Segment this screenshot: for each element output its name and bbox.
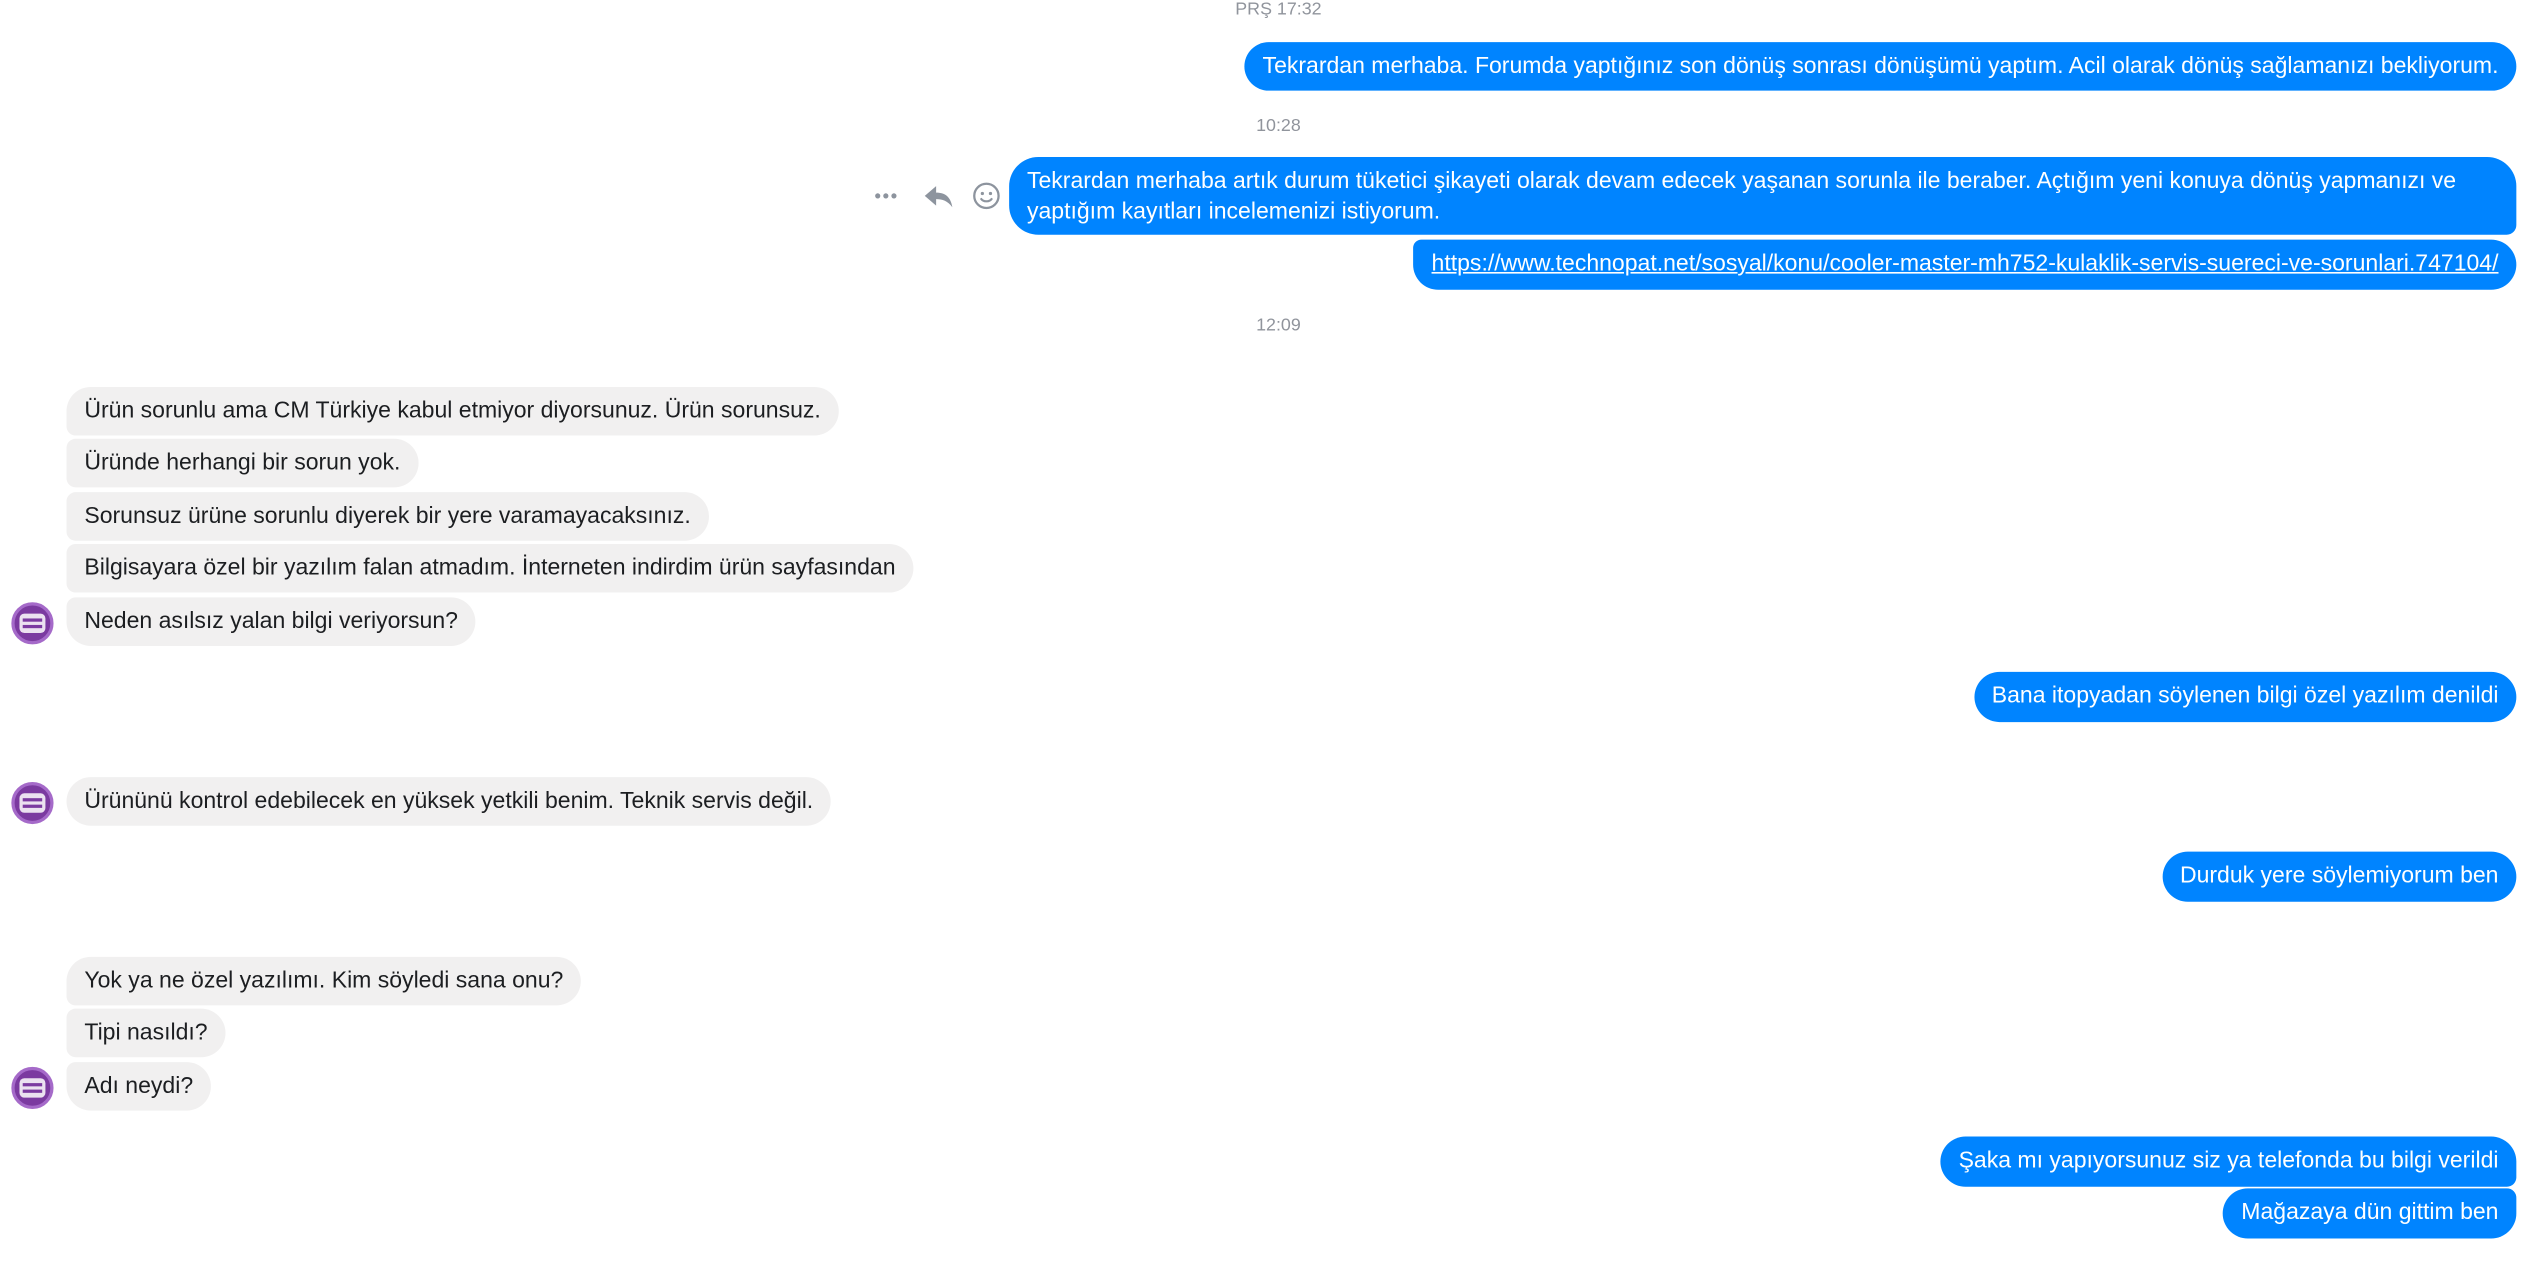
cooler-master-logo-icon (19, 613, 46, 634)
incoming-message[interactable]: Bilgisayara özel bir yazılım falan atmad… (66, 543, 914, 593)
reply-icon[interactable] (922, 178, 958, 214)
timestamp: 12:09 (1256, 315, 1301, 336)
incoming-message[interactable]: Sorunsuz ürüne sorunlu diyerek bir yere … (66, 492, 709, 541)
outgoing-message[interactable]: Tekrardan merhaba artık durum tüketici ş… (1009, 157, 2517, 235)
incoming-message[interactable]: Yok ya ne özel yazılımı. Kim söyledi san… (66, 956, 582, 1006)
outgoing-message[interactable]: Şaka mı yapıyorsunuz siz ya telefonda bu… (1940, 1136, 2517, 1187)
cooler-master-avatar[interactable] (11, 1066, 54, 1110)
chat-thread: PRŞ 17:32 Tekrardan merhaba. Forumda yap… (0, 0, 2531, 1279)
incoming-message[interactable]: Ürününü kontrol edebilecek en yüksek yet… (66, 777, 832, 826)
timestamp: 10:28 (1256, 116, 1301, 136)
incoming-message[interactable]: Adı neydi? (66, 1062, 211, 1111)
incoming-message[interactable]: Ürün sorunlu ama CM Türkiye kabul etmiyo… (66, 386, 839, 436)
cooler-master-avatar[interactable] (11, 602, 54, 645)
message-link[interactable]: https://www.technopat.net/sosyal/konu/co… (1432, 251, 2499, 277)
incoming-message[interactable]: Üründe herhangi bir sorun yok. (66, 438, 419, 488)
outgoing-message[interactable]: Tekrardan merhaba. Forumda yaptığınız so… (1244, 42, 2517, 91)
cooler-master-avatar[interactable] (11, 781, 54, 825)
incoming-message[interactable]: Tipi nasıldı? (66, 1008, 226, 1058)
emoji-reaction-icon[interactable] (969, 178, 1005, 214)
cooler-master-logo-icon (19, 793, 46, 813)
timestamp: PRŞ 17:32 (1235, 0, 1322, 20)
incoming-message[interactable]: Neden asılsız yalan bilgi veriyorsun? (66, 597, 476, 646)
more-options-icon[interactable] (870, 178, 906, 214)
outgoing-link-message[interactable]: https://www.technopat.net/sosyal/konu/co… (1413, 239, 2517, 290)
outgoing-message[interactable]: Bana itopyadan söylenen bilgi özel yazıl… (1973, 671, 2517, 723)
cooler-master-logo-icon (19, 1078, 46, 1098)
outgoing-message[interactable]: Durduk yere söylemiyorum ben (2162, 851, 2517, 902)
outgoing-message[interactable]: Mağazaya dün gittim ben (2223, 1188, 2517, 1239)
